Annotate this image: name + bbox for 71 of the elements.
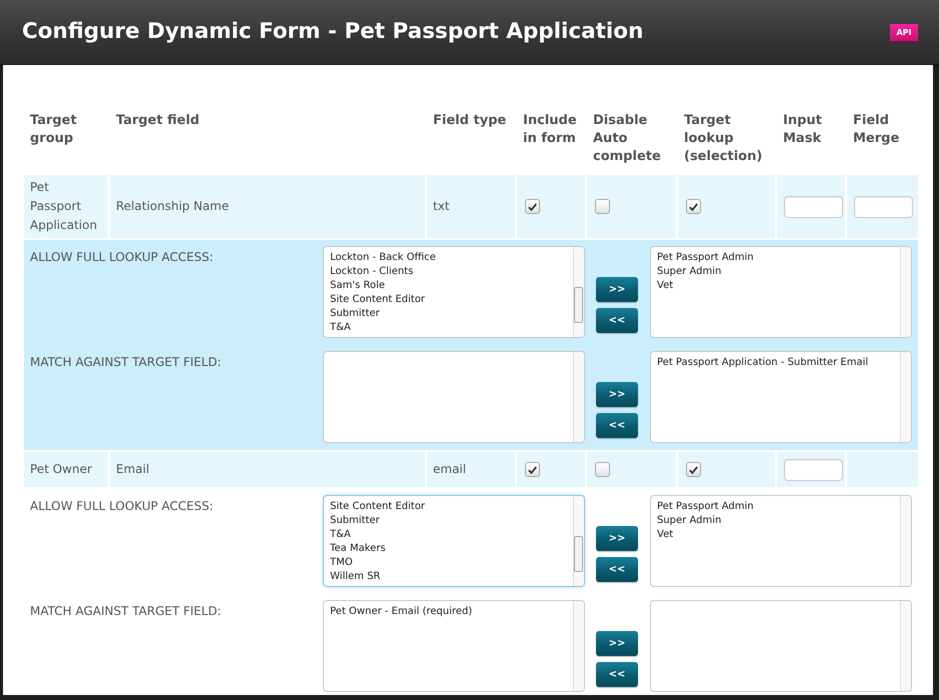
list-item[interactable]: Pet Passport Application - Submitter Email — [657, 356, 868, 370]
column-header: Field Merge — [852, 112, 900, 148]
list-item[interactable]: Site Content Editor — [330, 293, 425, 307]
table-cell: txt — [427, 175, 515, 238]
list-item[interactable]: Willem SR — [330, 570, 380, 584]
column-header: Input Mask — [782, 112, 823, 148]
checkbox[interactable] — [686, 462, 701, 477]
checkbox[interactable] — [686, 199, 701, 214]
list-item[interactable]: T&A — [330, 528, 351, 542]
column-header: Target group — [29, 112, 78, 148]
column-header: Target field — [115, 112, 200, 130]
check-icon — [528, 466, 537, 474]
checkbox[interactable] — [525, 462, 540, 477]
list-item[interactable]: Site Content Editor — [330, 500, 425, 514]
scrollbar-thumb[interactable] — [574, 536, 583, 572]
table-cell: Pet Owner — [24, 452, 108, 487]
move-right-button[interactable]: >> — [596, 277, 638, 302]
table-cell: Relationship Name — [110, 175, 425, 238]
api-badge: API — [890, 24, 918, 40]
listbox[interactable] — [650, 600, 912, 692]
list-item[interactable]: Super Admin — [657, 265, 722, 279]
list-item[interactable]: Lockton - Clients — [330, 265, 414, 279]
checkbox[interactable] — [595, 462, 610, 477]
table-cell: Email — [110, 452, 425, 487]
list-item[interactable]: Super Admin — [657, 514, 722, 528]
check-icon — [689, 466, 698, 474]
list-item[interactable]: TMO — [330, 556, 353, 570]
input-mask-field[interactable] — [784, 196, 843, 218]
table-cell: Pet Passport Application — [24, 175, 108, 238]
field-merge-field[interactable] — [854, 196, 913, 218]
listbox[interactable] — [323, 351, 585, 443]
column-header: Include in form — [522, 112, 578, 148]
checkbox[interactable] — [525, 199, 540, 214]
list-item[interactable]: T&A — [330, 321, 351, 335]
move-right-button[interactable]: >> — [596, 526, 638, 551]
list-item[interactable]: Pet Passport Admin — [657, 251, 754, 265]
scrollbar-thumb[interactable] — [574, 287, 583, 323]
checkbox[interactable] — [595, 199, 610, 214]
list-item[interactable]: Tea Makers — [330, 542, 386, 556]
input-mask-field[interactable] — [784, 458, 843, 480]
move-right-button[interactable]: >> — [596, 631, 638, 656]
check-icon — [689, 202, 698, 210]
list-item[interactable]: Vet — [657, 279, 674, 293]
list-item[interactable]: Sam's Role — [330, 279, 385, 293]
section-label: ALLOW FULL LOOKUP ACCESS: — [30, 249, 214, 265]
section-label: ALLOW FULL LOOKUP ACCESS: — [30, 498, 214, 514]
listbox[interactable]: Pet Passport Admin Super Admin Vet — [650, 246, 912, 338]
check-icon — [528, 202, 537, 210]
list-item[interactable]: Pet Owner - Email (required) — [330, 605, 472, 619]
column-header: Field type — [432, 112, 508, 130]
list-item[interactable]: Pet Passport Admin — [657, 500, 754, 514]
listbox[interactable]: Site Content Editor Submitter T&A Tea Makers TMO Willem SR — [323, 495, 585, 587]
column-header: Target lookup (selection) — [683, 112, 764, 166]
column-header: Disable Auto complete — [592, 112, 662, 166]
listbox[interactable]: Pet Passport Admin Super Admin Vet — [650, 495, 912, 587]
move-left-button[interactable]: << — [596, 662, 638, 687]
listbox[interactable]: Pet Passport Application - Submitter Email — [650, 351, 912, 443]
move-left-button[interactable]: << — [596, 413, 638, 438]
listbox[interactable]: Lockton - Back Office Lockton - Clients Sam's Role Site Content Editor Submitter T&A — [323, 246, 585, 338]
list-item[interactable]: Submitter — [330, 307, 380, 321]
move-left-button[interactable]: << — [596, 557, 638, 582]
move-left-button[interactable]: << — [596, 308, 638, 333]
table-cell: email — [427, 452, 515, 487]
section-label: MATCH AGAINST TARGET FIELD: — [30, 354, 222, 370]
section-label: MATCH AGAINST TARGET FIELD: — [30, 603, 222, 619]
window-title: Configure Dynamic Form - Pet Passport Application — [22, 19, 644, 45]
move-right-button[interactable]: >> — [596, 382, 638, 407]
list-item[interactable]: Submitter — [330, 514, 380, 528]
list-item[interactable]: Vet — [657, 528, 674, 542]
listbox[interactable]: Pet Owner - Email (required) — [323, 600, 585, 692]
list-item[interactable]: Lockton - Back Office — [330, 251, 436, 265]
